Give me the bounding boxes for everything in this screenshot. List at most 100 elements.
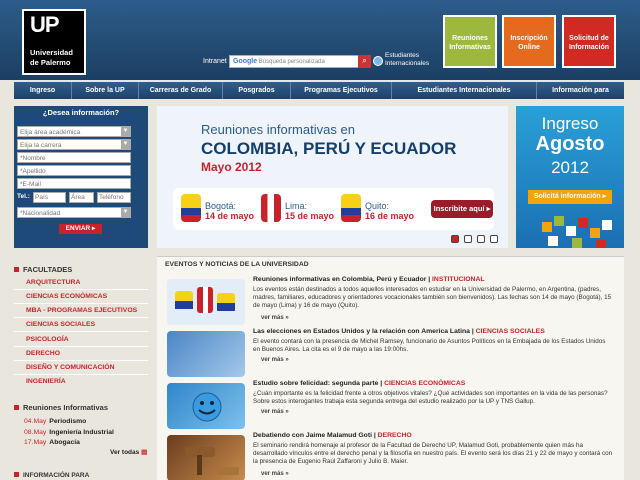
facultades-heading: FACULTADES: [14, 265, 72, 274]
ad-line-3: 2012: [551, 158, 589, 177]
slide-dot-1[interactable]: [451, 235, 459, 243]
ver-mas-link[interactable]: ver más »: [261, 315, 289, 321]
article-thumbnail[interactable]: [167, 383, 245, 429]
ingreso-agosto-ad[interactable]: Ingreso Agosto 2012 Solicitá información…: [516, 106, 624, 248]
decorative-blocks: [542, 216, 612, 248]
logo-up: UP: [30, 12, 60, 37]
slide-dot-4[interactable]: [490, 235, 498, 243]
article-body: El seminario rendirá homenaje al profeso…: [253, 442, 613, 465]
facultad-derecho[interactable]: DERECHO: [14, 347, 148, 361]
inscripcion-online-button[interactable]: Inscripción Online: [502, 15, 556, 68]
tel-label: Tel.:: [17, 193, 30, 200]
search-input[interactable]: Google Búsqueda personalizada: [229, 55, 359, 68]
search-placeholder: Búsqueda personalizada: [258, 59, 325, 65]
carrera-select-value: Elija la carrera: [20, 142, 62, 149]
nacionalidad-select-value: *Nacionalidad: [20, 210, 61, 217]
reunion-item[interactable]: 08.May Ingeniería Industrial: [24, 429, 114, 436]
facultad-mba[interactable]: MBA - PROGRAMAS EJECUTIVOS: [14, 304, 148, 318]
slide-dot-3[interactable]: [477, 235, 485, 243]
peru-flag-icon: [261, 194, 281, 222]
area-select-value: Elija área académica: [20, 129, 81, 136]
banner-line-2: COLOMBIA, PERÚ Y ECUADOR: [201, 139, 457, 158]
article-title[interactable]: Las elecciones en Estados Unidos y la re…: [253, 328, 545, 335]
news-article: Reuniones informativas en Colombia, Perú…: [165, 275, 620, 327]
ver-mas-link[interactable]: ver más »: [261, 409, 289, 415]
inscribite-button[interactable]: Inscribite aquí ▸: [431, 200, 493, 218]
reuniones-heading: Reuniones Informativas: [14, 403, 108, 412]
chevron-down-icon: ▼: [121, 208, 130, 217]
area-code-field[interactable]: Área: [69, 192, 94, 203]
search-button[interactable]: ⌕: [358, 55, 371, 68]
form-title: ¿Desea información?: [42, 108, 120, 117]
news-title: EVENTOS Y NOTICIAS DE LA UNIVERSIDAD: [165, 261, 309, 268]
chevron-down-icon: ▼: [121, 127, 130, 136]
nav-item-sobre-up[interactable]: Sobre la UP: [72, 82, 139, 99]
nombre-field[interactable]: *Nombre: [17, 152, 131, 163]
facultad-ciencias-sociales[interactable]: CIENCIAS SOCIALES: [14, 318, 148, 332]
facultad-psicologia[interactable]: PSICOLOGÍA: [14, 333, 148, 347]
area-select[interactable]: Elija área académica ▼: [17, 126, 131, 137]
carrera-select[interactable]: Elija la carrera ▼: [17, 139, 131, 150]
facultad-ciencias-economicas[interactable]: CIENCIAS ECONÓMICAS: [14, 290, 148, 304]
article-title[interactable]: Reuniones informativas en Colombia, Perú…: [253, 276, 485, 283]
email-field[interactable]: *E-Mail: [17, 178, 131, 189]
city-bogota: Bogotá: 14 de mayo: [205, 201, 255, 221]
google-label: Google: [233, 58, 258, 65]
pais-field[interactable]: País: [33, 192, 66, 203]
main-nav: Ingreso Sobre la UP Carreras de Grado Po…: [14, 82, 624, 99]
reunion-item[interactable]: 17.May Abogacía: [24, 439, 80, 446]
solicitud-informacion-button[interactable]: Solicitud de Información: [562, 15, 616, 68]
article-body: El evento contará con la presencia de Mi…: [253, 338, 606, 353]
ad-line-2: Agosto: [535, 133, 605, 155]
ver-mas-link[interactable]: ver más »: [261, 471, 289, 477]
slide-dot-2[interactable]: [464, 235, 472, 243]
intl-line-1: Estudiantes: [385, 52, 419, 59]
reunion-item[interactable]: 04.May Periodismo: [24, 418, 86, 425]
news-article: Las elecciones en Estados Unidos y la re…: [165, 327, 620, 379]
nav-item-carreras-grado[interactable]: Carreras de Grado: [139, 82, 223, 99]
nav-item-ingreso[interactable]: Ingreso: [14, 82, 72, 99]
article-title[interactable]: Estudio sobre felicidad: segunda parte |…: [253, 380, 465, 387]
banner-slider[interactable]: Reuniones informativas en COLOMBIA, PERÚ…: [157, 106, 508, 248]
intranet-link[interactable]: Intranet: [203, 58, 227, 65]
international-students-link[interactable]: Estudiantes Internacionales: [385, 52, 429, 68]
solicita-informacion-button[interactable]: Solicitá información ▸: [528, 190, 612, 204]
nav-item-estudiantes-internacionales[interactable]: Estudiantes Internacionales: [392, 82, 537, 99]
colombia-flag-icon: [181, 194, 201, 222]
banner-line-1: Reuniones informativas en: [201, 122, 355, 137]
nacionalidad-select[interactable]: *Nacionalidad ▼: [17, 207, 131, 218]
facultad-arquitectura[interactable]: ARQUITECTURA: [14, 276, 148, 290]
ad-line-1: Ingreso: [541, 114, 599, 133]
document-icon: ▤: [141, 449, 148, 456]
apellido-field[interactable]: *Apellido: [17, 165, 131, 176]
facultad-diseno[interactable]: DISEÑO Y COMUNICACIÓN: [14, 361, 148, 375]
logo-line-2: de Palermo: [30, 58, 71, 67]
intl-line-2: Internacionales: [385, 60, 430, 67]
ver-todas-link[interactable]: Ver todas ▤: [110, 448, 147, 456]
article-thumbnail[interactable]: [167, 279, 245, 325]
city-lima: Lima: 15 de mayo: [285, 201, 335, 221]
reuniones-informativas-button[interactable]: Reuniones Informativas: [443, 15, 497, 68]
search-icon: ⌕: [362, 56, 367, 65]
telefono-field[interactable]: Teléfono: [97, 192, 131, 203]
article-title[interactable]: Debatiendo con Jaime Malamud Goti | DERE…: [253, 432, 412, 439]
logo-line-1: Universidad: [30, 48, 73, 57]
nav-item-posgrados[interactable]: Posgrados: [223, 82, 291, 99]
article-body: Los eventos están destinados a todos aqu…: [253, 286, 612, 309]
university-logo[interactable]: UP Universidad de Palermo: [22, 9, 86, 75]
news-article: Estudio sobre felicidad: segunda parte |…: [165, 379, 620, 431]
city-quito: Quito: 16 de mayo: [365, 201, 415, 221]
globe-icon[interactable]: [373, 56, 383, 66]
ver-mas-link[interactable]: ver más »: [261, 357, 289, 363]
enviar-button[interactable]: ENVIAR ▸: [59, 224, 102, 234]
news-article: Debatiendo con Jaime Malamud Goti | DERE…: [165, 431, 620, 480]
banner-line-3: Mayo 2012: [201, 160, 262, 174]
article-thumbnail[interactable]: [167, 435, 245, 480]
nav-item-informacion-para[interactable]: Información para: [537, 82, 624, 99]
facultad-ingenieria[interactable]: INGENIERÍA: [14, 375, 148, 389]
header: UP Universidad de Palermo Intranet Googl…: [0, 0, 640, 80]
ecuador-flag-icon: [341, 194, 361, 222]
nav-item-programas-ejecutivos[interactable]: Programas Ejecutivos: [291, 82, 392, 99]
news-section: EVENTOS Y NOTICIAS DE LA UNIVERSIDAD Reu…: [157, 256, 624, 480]
article-thumbnail[interactable]: [167, 331, 245, 377]
